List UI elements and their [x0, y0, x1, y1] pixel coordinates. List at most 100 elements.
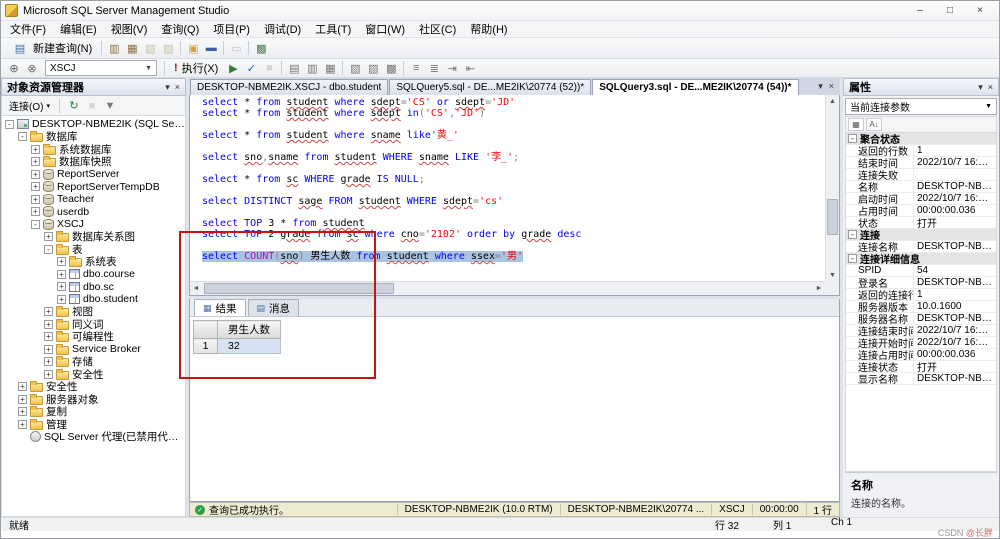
grid-corner-cell[interactable] [193, 320, 218, 339]
collapse-icon[interactable]: - [848, 230, 857, 239]
tree-item[interactable]: + 复制 [2, 406, 185, 418]
menu-item[interactable]: 调试(D) [257, 20, 308, 38]
code-line[interactable] [202, 207, 825, 218]
editor-tab[interactable]: DESKTOP-NBME2IK.XSCJ - dbo.student [190, 79, 389, 95]
expand-icon[interactable]: + [18, 419, 27, 429]
menu-item[interactable]: 帮助(H) [463, 20, 514, 38]
menu-item[interactable]: 项目(P) [206, 20, 257, 38]
expand-icon[interactable]: + [44, 307, 53, 317]
collapse-icon[interactable]: - [848, 254, 857, 263]
active-files-icon[interactable]: ▾ [818, 81, 823, 92]
tree-item[interactable]: + 管理 [2, 418, 185, 431]
connect-query-icon[interactable]: ⊕ [5, 60, 23, 76]
code-line[interactable] [202, 141, 825, 152]
tree-item[interactable]: - DESKTOP-NBME2IK (SQL Server 10.0.160 [2, 118, 185, 131]
expand-icon[interactable]: + [31, 194, 40, 204]
expand-icon[interactable]: + [44, 332, 53, 342]
tree-item[interactable]: + 可编程性 [2, 331, 185, 343]
change-connection-icon[interactable]: ⊗ [23, 60, 41, 76]
grid-cell[interactable]: 32 [217, 338, 281, 354]
scroll-right-icon[interactable]: ► [813, 282, 825, 295]
tree-item[interactable]: + ReportServer [2, 168, 185, 181]
tree-item[interactable]: + ReportServerTempDB [2, 181, 185, 194]
maximize-icon[interactable]: □ [935, 3, 965, 19]
uncomment-icon[interactable]: ≣ [425, 60, 443, 76]
tree-item[interactable]: + 同义词 [2, 318, 185, 331]
connect-button[interactable]: 连接(O) ▾ [5, 97, 54, 114]
expand-icon[interactable]: + [57, 269, 66, 279]
code-line[interactable] [202, 185, 825, 196]
code-line[interactable]: select COUNT(sno) 男生人数 from student wher… [202, 251, 825, 262]
intellisense-enabled-icon[interactable]: ▦ [321, 60, 339, 76]
tree-item[interactable]: + dbo.student [2, 293, 185, 306]
tree-item[interactable]: + 数据库快照 [2, 156, 185, 168]
code-line[interactable]: select sno,sname from student WHERE snam… [202, 152, 825, 163]
expand-icon[interactable]: + [44, 369, 53, 379]
filter-icon[interactable]: ▼ [101, 98, 119, 114]
editor-tab[interactable]: SQLQuery3.sql - DE...ME2IK\20774 (54))* [592, 79, 799, 95]
query-options-icon[interactable]: ▥ [303, 60, 321, 76]
code-line[interactable]: select DISTINCT sage FROM student WHERE … [202, 196, 825, 207]
collapse-icon[interactable]: - [44, 244, 53, 254]
expand-icon[interactable]: + [18, 407, 27, 417]
scroll-down-icon[interactable]: ▼ [826, 269, 839, 281]
tree-item[interactable]: + Teacher [2, 193, 185, 206]
indent-icon[interactable]: ⇥ [443, 60, 461, 76]
tree-item[interactable]: SQL Server 代理(已禁用代理 XP) [2, 431, 185, 443]
editor-tab[interactable]: SQLQuery5.sql - DE...ME2IK\20774 (52))* [389, 79, 592, 95]
execute-button[interactable]: ! 执行(X) [168, 58, 224, 78]
code-line[interactable]: select * from student where sdept in('CS… [202, 108, 825, 119]
properties-object-combo[interactable]: 当前连接参数 ▼ [845, 98, 997, 115]
tree-item[interactable]: + dbo.sc [2, 281, 185, 294]
debug-icon[interactable]: ▶ [224, 60, 242, 76]
expand-icon[interactable]: + [44, 357, 53, 367]
tree-item[interactable]: + 服务器对象 [2, 393, 185, 406]
code-line[interactable]: select TOP 3 * from student [202, 218, 825, 229]
database-engine-query-icon[interactable]: ▥ [105, 40, 123, 56]
results-to-grid-icon[interactable]: ▨ [364, 60, 382, 76]
results-tab[interactable]: ▦ 结果 [194, 299, 246, 316]
results-to-file-icon[interactable]: ▩ [382, 60, 400, 76]
collapse-icon[interactable]: - [5, 119, 14, 129]
menu-item[interactable]: 编辑(E) [53, 20, 104, 38]
property-row[interactable]: 显示名称DESKTOP-NBME2IK [846, 371, 996, 386]
scroll-left-icon[interactable]: ◄ [190, 282, 202, 295]
collapse-icon[interactable]: - [31, 219, 40, 229]
tree-item[interactable]: + 系统数据库 [2, 143, 185, 156]
results-tab[interactable]: ▤ 消息 [247, 299, 300, 316]
menu-item[interactable]: 社区(C) [412, 20, 463, 38]
tree-item[interactable]: - XSCJ [2, 218, 185, 231]
close-icon[interactable]: × [965, 3, 995, 19]
tree-item[interactable]: - 数据库 [2, 131, 185, 143]
editor-vertical-scrollbar[interactable]: ▲ ▼ [825, 95, 839, 281]
grid-column-header[interactable]: 男生人数 [217, 320, 281, 339]
code-line[interactable] [202, 119, 825, 130]
code-line[interactable]: select * from student where sdept='CS' o… [202, 97, 825, 108]
scroll-up-icon[interactable]: ▲ [826, 95, 839, 107]
menu-item[interactable]: 查询(Q) [154, 20, 206, 38]
expand-icon[interactable]: + [31, 144, 40, 154]
collapse-icon[interactable]: - [18, 132, 27, 142]
activity-monitor-icon[interactable]: ▩ [252, 40, 270, 56]
code-line[interactable] [202, 163, 825, 174]
collapse-icon[interactable]: - [848, 134, 857, 143]
expand-icon[interactable]: + [44, 319, 53, 329]
code-line[interactable]: select TOP 2 grade from sc where cno='21… [202, 229, 825, 240]
menu-item[interactable]: 窗口(W) [358, 20, 412, 38]
expand-icon[interactable]: + [31, 157, 40, 167]
categorized-icon[interactable]: ▦ [848, 118, 864, 131]
expand-icon[interactable]: + [31, 207, 40, 217]
save-icon[interactable]: ▬ [202, 40, 220, 56]
grid-row-number[interactable]: 1 [193, 338, 218, 354]
menu-item[interactable]: 文件(F) [3, 20, 53, 38]
editor-horizontal-scrollbar[interactable]: ◄ ► [190, 281, 825, 295]
menu-item[interactable]: 工具(T) [308, 20, 358, 38]
new-query-button[interactable]: ▤ 新建查询(N) [5, 38, 98, 58]
tree-item[interactable]: -表 [2, 243, 185, 256]
expand-icon[interactable]: + [31, 182, 40, 192]
tree-item[interactable]: + dbo.course [2, 268, 185, 281]
close-icon[interactable]: × [988, 82, 993, 93]
code-line[interactable]: select * from student where sname like'黄… [202, 130, 825, 141]
close-icon[interactable]: × [175, 82, 180, 93]
property-category[interactable]: - 连接详细信息 [846, 253, 996, 266]
